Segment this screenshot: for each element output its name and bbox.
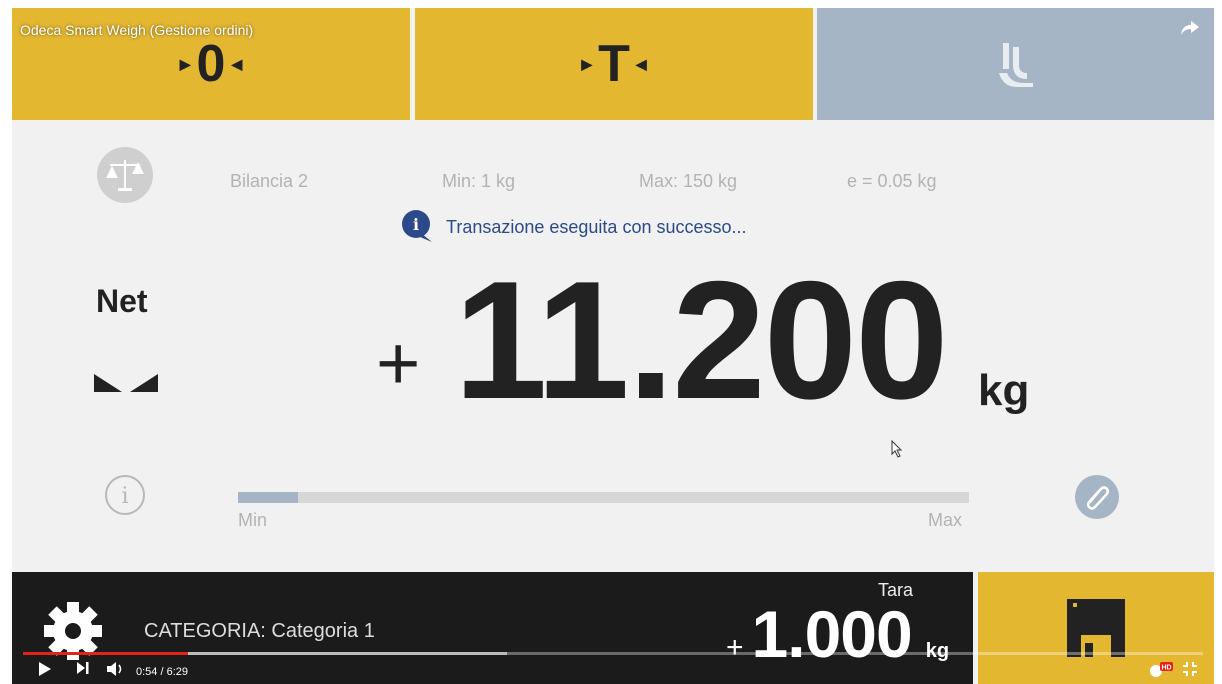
info-icon[interactable]: i — [104, 474, 146, 516]
range-max-label: Max — [928, 510, 963, 530]
weight-value: 11.200 — [454, 246, 949, 434]
zero-symbol: ▶ 0 ◀ — [180, 38, 242, 90]
mouse-cursor-icon — [891, 440, 903, 458]
settings-hd-icon[interactable]: HD — [1148, 661, 1174, 679]
triangle-left-icon: ◀ — [231, 56, 243, 72]
weight-range-bar — [238, 492, 969, 503]
next-icon[interactable] — [76, 661, 90, 675]
app-frame: ▶ 0 ◀ ▶ T ◀ Odeca Smart Weigh (Gestione … — [12, 8, 1214, 684]
info-letter: i — [413, 215, 419, 234]
attachment-icon[interactable] — [1074, 474, 1120, 520]
info-speech-icon: i — [402, 210, 432, 242]
scale-balance-icon — [97, 147, 153, 203]
hd-badge: HD — [1161, 665, 1171, 672]
tare-button[interactable]: ▶ T ◀ — [415, 8, 813, 120]
brand-logo-icon — [998, 43, 1033, 87]
stable-indicator-icon — [94, 374, 158, 392]
svg-text:i: i — [121, 484, 128, 509]
video-player-controls: 0:54 / 6:29 HD — [12, 652, 1214, 684]
floppy-disk-icon — [1067, 599, 1125, 657]
range-min-label: Min — [238, 510, 268, 530]
scale-min: Min: 1 kg — [442, 171, 516, 191]
volume-icon[interactable] — [106, 661, 126, 677]
exit-fullscreen-icon[interactable] — [1182, 661, 1198, 677]
video-played-bar — [23, 652, 188, 655]
video-time: 0:54 / 6:29 — [136, 666, 188, 678]
triangle-right-icon: ▶ — [179, 56, 191, 72]
tare-label: T — [598, 35, 630, 93]
triangle-left-icon: ◀ — [635, 56, 647, 72]
weight-unit: kg — [978, 366, 1030, 415]
weight-range-fill — [238, 492, 298, 503]
status-message-text: Transazione eseguita con successo... — [446, 216, 747, 237]
category-label[interactable]: CATEGORIA: Categoria 1 — [144, 620, 375, 643]
scale-name: Bilancia 2 — [230, 171, 309, 191]
play-icon[interactable] — [38, 661, 52, 677]
logo-button[interactable] — [817, 8, 1214, 120]
net-mode-label: Net — [96, 283, 148, 319]
triangle-right-icon: ▶ — [581, 56, 593, 72]
tare-symbol: ▶ T ◀ — [581, 38, 646, 90]
top-button-bar: ▶ 0 ◀ ▶ T ◀ Odeca Smart Weigh (Gestione … — [12, 8, 1214, 120]
status-message: i Transazione eseguita con successo... — [400, 210, 747, 244]
weight-sign: + — [376, 321, 421, 406]
share-icon[interactable] — [1180, 20, 1200, 36]
scale-max: Max: 150 kg — [639, 171, 738, 191]
video-title[interactable]: Odeca Smart Weigh (Gestione ordini) — [20, 22, 253, 38]
zero-label: 0 — [196, 35, 226, 93]
scale-division: e = 0.05 kg — [847, 171, 937, 191]
